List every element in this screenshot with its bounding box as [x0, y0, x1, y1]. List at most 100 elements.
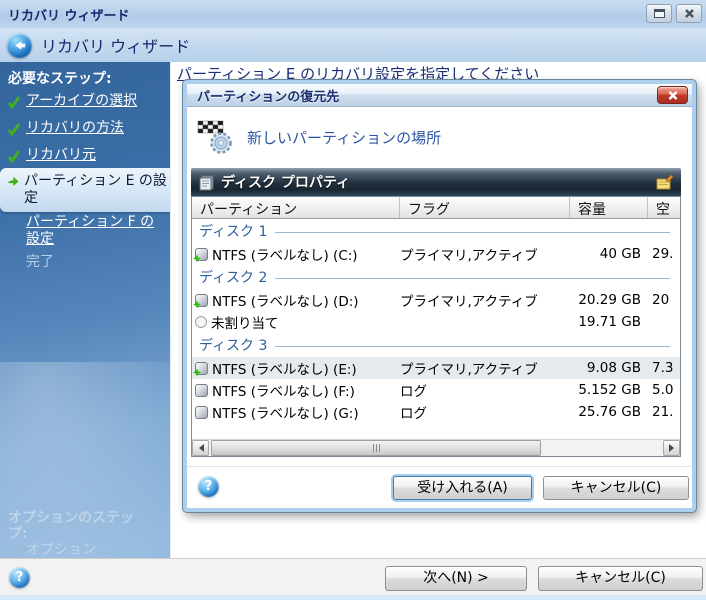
disk-group-header: ディスク 2 [192, 265, 680, 289]
partition-free: 7.3 [648, 360, 676, 376]
dialog-titlebar[interactable]: パーティションの復元先 [187, 84, 692, 107]
partition-capacity: 5.152 GB [570, 382, 648, 398]
optional-steps-header: オプションのステップ: [8, 510, 153, 542]
unallocated-icon [195, 316, 207, 328]
check-icon [7, 95, 21, 109]
partition-capacity: 25.76 GB [570, 404, 648, 420]
partition-capacity: 19.71 GB [570, 314, 648, 330]
partition-primary-icon [195, 248, 208, 261]
wizard-header-title: リカバリ ウィザード [41, 33, 190, 57]
group-rule [275, 346, 670, 347]
partition-destination-dialog: パーティションの復元先 新しいパーティションの場所 [183, 80, 696, 512]
cancel-button[interactable]: キャンセル(C) [538, 566, 703, 591]
horizontal-scrollbar[interactable] [192, 439, 680, 456]
window-title: リカバリ ウィザード [8, 5, 130, 24]
sidebar-item-partition-f-settings[interactable]: パーティション F の設定 [7, 214, 164, 248]
wizard-header: リカバリ ウィザード [0, 28, 706, 62]
scrollbar-thumb[interactable] [211, 440, 541, 456]
sidebar-item-label: リカバリの方法 [26, 120, 164, 137]
partition-flags: ログ [400, 380, 570, 400]
partition-free: 5.0 [648, 382, 676, 398]
partition-capacity: 20.29 GB [570, 292, 648, 308]
group-rule [275, 278, 670, 279]
check-icon [7, 149, 21, 163]
sidebar-item-label: アーカイブの選択 [26, 93, 164, 110]
table-row-partition-d[interactable]: NTFS (ラベルなし) (D:) プライマリ,アクティブ 20.29 GB 2… [192, 289, 680, 311]
help-icon[interactable]: ? [9, 567, 30, 588]
current-step-arrow-icon [6, 175, 20, 188]
scrollbar-track[interactable] [541, 440, 663, 456]
sidebar-item-recovery-source[interactable]: リカバリ元 [7, 147, 164, 164]
recovery-wizard-window: リカバリ ウィザード リカバリ ウィザード 必要なステップ: アーカイブの選択 … [0, 0, 706, 600]
close-x-glyph [684, 8, 695, 19]
close-x-glyph [667, 90, 679, 101]
disk-group-name: ディスク 3 [199, 335, 267, 355]
partition-flags: プライマリ,アクティブ [400, 290, 570, 310]
column-header-flags[interactable]: フラグ [400, 197, 570, 218]
sidebar-item-partition-e-settings[interactable]: パーティション E の設定 [0, 168, 170, 212]
window-controls [646, 4, 702, 23]
restore-glyph [654, 9, 665, 18]
sidebar-item-label: オプション [26, 542, 164, 559]
right-triangle-glyph [669, 444, 678, 452]
dialog-cancel-button[interactable]: キャンセル(C) [543, 476, 689, 500]
partition-name: NTFS (ラベルなし) (F:) [212, 380, 355, 400]
footer-bottom-strip [0, 595, 706, 600]
table-row-partition-f[interactable]: NTFS (ラベルなし) (F:) ログ 5.152 GB 5.0 [192, 379, 680, 401]
partition-name: NTFS (ラベルなし) (G:) [212, 402, 359, 422]
accept-button[interactable]: 受け入れる(A) [393, 476, 532, 500]
column-header-partition[interactable]: パーティション [192, 197, 400, 218]
disk-group-name: ディスク 1 [199, 221, 267, 241]
partition-name: 未割り当て [211, 312, 279, 332]
edit-properties-icon[interactable] [656, 174, 674, 191]
partition-free: 21. [648, 404, 676, 420]
scroll-left-icon[interactable] [192, 440, 209, 456]
required-steps-header: 必要なステップ: [8, 68, 112, 88]
group-rule [275, 232, 670, 233]
sidebar-item-finish: 完了 [7, 254, 164, 271]
disk-group-name: ディスク 2 [199, 267, 267, 287]
sidebar-item-label: パーティション F の設定 [26, 214, 164, 248]
partition-free: 20 [648, 292, 676, 308]
checkered-flag-gear-icon [197, 119, 235, 155]
dialog-section-header: 新しいパーティションの場所 [187, 108, 441, 166]
partition-flags: ログ [400, 402, 570, 422]
column-header-free[interactable]: 空 [648, 197, 680, 218]
toolbar-title: ディスク プロパティ [221, 172, 350, 192]
table-row-unallocated[interactable]: 未割り当て 19.71 GB [192, 311, 680, 333]
partition-flags: プライマリ,アクティブ [400, 244, 570, 264]
disk-properties-table: パーティション フラグ 容量 空 ディスク 1 NTFS (ラベルなし) (C:… [191, 196, 681, 457]
partition-icon [195, 384, 208, 397]
partition-primary-icon [195, 362, 208, 375]
partition-flags: プライマリ,アクティブ [400, 358, 570, 378]
sidebar-item-label: 完了 [26, 254, 164, 271]
sidebar-item-archive-selection[interactable]: アーカイブの選択 [7, 93, 164, 110]
thumb-grip [373, 444, 374, 452]
partition-name: NTFS (ラベルなし) (E:) [212, 358, 357, 378]
window-titlebar[interactable]: リカバリ ウィザード [0, 0, 706, 28]
sidebar: 必要なステップ: アーカイブの選択 リカバリの方法 リカバリ元 パーティション … [0, 62, 170, 558]
back-arrow-icon [12, 38, 27, 53]
partition-name: NTFS (ラベルなし) (D:) [212, 290, 359, 310]
sidebar-item-label: リカバリ元 [26, 147, 164, 164]
sidebar-item-label: パーティション E の設定 [24, 173, 168, 207]
maximize-icon[interactable] [646, 4, 672, 23]
help-icon[interactable]: ? [198, 476, 219, 497]
partition-primary-icon [195, 294, 208, 307]
disk-group-header: ディスク 3 [192, 333, 680, 357]
thumb-grip [379, 444, 380, 452]
table-row-partition-e[interactable]: NTFS (ラベルなし) (E:) プライマリ,アクティブ 9.08 GB 7.… [192, 357, 680, 379]
table-row-partition-g[interactable]: NTFS (ラベルなし) (G:) ログ 25.76 GB 21. [192, 401, 680, 423]
back-button[interactable] [7, 33, 32, 58]
dialog-close-icon[interactable] [657, 86, 688, 104]
table-row-partition-c[interactable]: NTFS (ラベルなし) (C:) プライマリ,アクティブ 40 GB 29. [192, 243, 680, 265]
scroll-right-icon[interactable] [663, 440, 680, 456]
partition-capacity: 40 GB [570, 246, 648, 262]
column-header-capacity[interactable]: 容量 [570, 197, 648, 218]
table-header-row: パーティション フラグ 容量 空 [192, 197, 680, 219]
footer-bar: ? 次へ(N) > キャンセル(C) [0, 558, 706, 600]
sidebar-item-recovery-method[interactable]: リカバリの方法 [7, 120, 164, 137]
partition-free: 29. [648, 246, 676, 262]
close-icon[interactable] [676, 4, 702, 23]
next-button[interactable]: 次へ(N) > [385, 566, 527, 591]
